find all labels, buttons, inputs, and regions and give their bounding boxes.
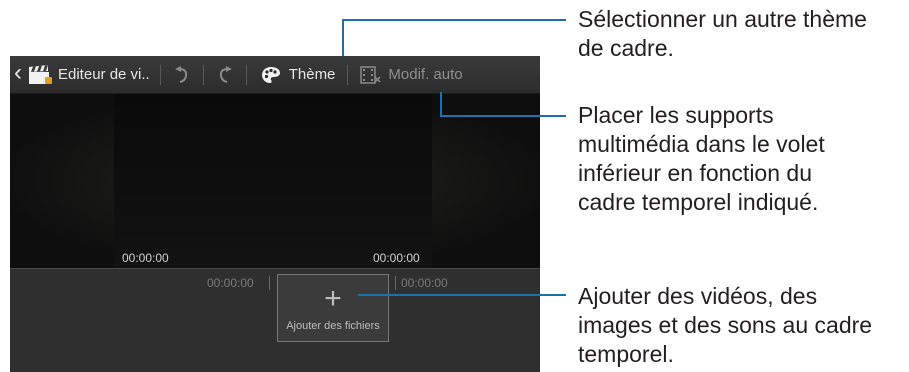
callout-add-line-3: temporel. (578, 341, 674, 367)
callout-line-theme (342, 19, 566, 56)
callout-add-line-1: Ajouter des vidéos, des (578, 283, 818, 309)
callout-auto-line-1: Placer les supports (578, 102, 774, 128)
timeline-divider-right (395, 276, 396, 290)
timeline-panel: 00:00:00 00:00:00 + Ajouter des fichiers (10, 268, 540, 372)
preview-time-end: 00:00:00 (373, 251, 420, 265)
undo-button[interactable] (161, 56, 203, 93)
action-bar: ‹ Editeur de vi.. Thème Modif. auto (10, 56, 540, 94)
callout-add: Ajouter des vidéos, des images et des so… (578, 282, 872, 369)
clapperboard-icon (28, 64, 52, 85)
auto-edit-button[interactable]: Modif. auto (348, 56, 463, 93)
redo-button[interactable] (204, 56, 246, 93)
callout-auto-line-2: multimédia dans le volet (578, 131, 825, 157)
timeline-divider-left (269, 276, 270, 290)
callout-auto: Placer les supports multimédia dans le v… (578, 101, 825, 217)
video-preview[interactable] (114, 94, 432, 268)
film-auto-edit-icon (360, 65, 382, 85)
video-preview-area: 00:00:00 00:00:00 (10, 94, 540, 268)
add-files-button[interactable]: + Ajouter des fichiers (277, 274, 389, 342)
plus-icon: + (324, 282, 342, 315)
app-title: Editeur de vi.. (58, 66, 150, 83)
callout-theme: Sélectionner un autre thème de cadre. (578, 5, 867, 63)
palette-icon (261, 66, 281, 84)
back-chevron-icon: ‹ (14, 59, 22, 86)
theme-label: Thème (288, 66, 336, 83)
callout-add-line-2: images et des sons au cadre (578, 312, 873, 338)
callout-auto-line-3: inférieur en fonction du (578, 160, 812, 186)
callout-auto-line-4: cadre temporel indiqué. (578, 189, 819, 215)
callout-theme-line-2: de cadre. (578, 35, 674, 61)
preview-time-start: 00:00:00 (122, 251, 169, 265)
add-files-label: Ajouter des fichiers (286, 320, 380, 332)
auto-edit-label: Modif. auto (388, 66, 463, 83)
undo-icon (174, 65, 189, 84)
phone-screen: ‹ Editeur de vi.. Thème Modif. auto 00:0… (10, 56, 540, 372)
timeline-time-left: 00:00:00 (207, 276, 254, 290)
timeline-time-right: 00:00:00 (401, 276, 448, 290)
theme-button[interactable]: Thème (247, 56, 336, 93)
redo-icon (218, 65, 232, 84)
back-button[interactable]: ‹ (10, 56, 52, 93)
callout-theme-line-1: Sélectionner un autre thème (578, 6, 867, 32)
